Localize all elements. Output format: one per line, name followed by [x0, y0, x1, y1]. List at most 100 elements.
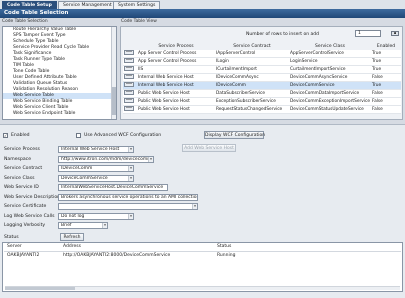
chevron-down-icon[interactable]: ▾	[148, 156, 153, 162]
code-table-list-scrollbar[interactable]	[111, 27, 116, 119]
table-row[interactable]: ••• Public Web Service Host ExceptionSubsc…	[123, 97, 401, 106]
status-horizontal-scrollbar[interactable]	[5, 286, 400, 290]
row-edit-button[interactable]: •••	[124, 82, 134, 87]
field-value: http://www.itron.com/mdm/devicecomm/2009…	[61, 156, 153, 162]
table-cell[interactable]: IAppServerControl	[215, 50, 289, 58]
table-cell[interactable]: False	[371, 97, 401, 106]
tab-system-settings[interactable]: System Settings	[113, 1, 161, 9]
chevron-down-icon[interactable]: ▾	[128, 166, 133, 171]
chevron-down-icon[interactable]: ▾	[102, 223, 107, 228]
row-edit-button[interactable]: •••	[124, 74, 134, 79]
table-cell[interactable]: False	[371, 89, 401, 98]
field-input[interactable]: Brokers asynchronous service operations …	[58, 193, 198, 201]
table-cell[interactable]: False	[371, 105, 401, 114]
refresh-button[interactable]: Refresh	[60, 233, 84, 241]
row-edit-button[interactable]: •••	[124, 90, 134, 95]
field-select[interactable]: DeviceCommService ▾	[58, 174, 134, 182]
table-cell[interactable]: Public Web Service Host	[137, 105, 215, 114]
field-value: Internal Web Service Host	[61, 147, 120, 152]
table-cell[interactable]: ICurtailmentImport	[215, 65, 289, 74]
table-cell[interactable]: IDeviceCommAsync	[215, 73, 289, 82]
status-table: Server Address Status OAKBJAYANTI2 http:…	[2, 242, 403, 292]
tab-service-management[interactable]: Service Management	[58, 1, 117, 9]
field-select[interactable]: Internal Web Service Host ▾	[58, 146, 134, 153]
table-cell[interactable]: ExceptionSubscriberService	[215, 97, 289, 106]
code-table-grid: Service Process Service Contract Service…	[123, 43, 401, 114]
table-cell[interactable]: DeviceCommDataImportService	[289, 89, 371, 98]
table-cell[interactable]: DeviceCommService	[289, 81, 371, 90]
enabled-label: Enabled	[11, 133, 30, 138]
field-select[interactable]: http://www.itron.com/mdm/devicecomm/2009…	[58, 155, 154, 163]
field-label: Namespace	[4, 156, 32, 162]
table-row[interactable]: ••• App Server Control Process IAppServerC…	[123, 50, 401, 58]
column-header-service-contract[interactable]: Service Contract	[215, 43, 289, 50]
table-row[interactable]: ••• App Server Control Process ILogin Login…	[123, 57, 401, 66]
row-edit-button[interactable]: •••	[124, 106, 134, 111]
display-wcf-button[interactable]: Display WCF Configuration	[204, 131, 265, 139]
table-cell[interactable]: True	[371, 81, 401, 90]
chevron-down-icon[interactable]: ▾	[128, 147, 133, 152]
status-server-cell: OAKBJAYANTI2	[7, 253, 40, 258]
advanced-wcf-checkbox[interactable]	[76, 133, 81, 138]
table-cell[interactable]: False	[371, 73, 401, 82]
table-cell[interactable]: Internal Web Service Host	[137, 81, 215, 90]
table-cell[interactable]: IDeviceComm	[215, 81, 289, 90]
chevron-down-icon[interactable]: ▾	[128, 175, 133, 181]
column-header-service-process[interactable]: Service Process	[137, 43, 215, 50]
table-row[interactable]: ••• Public Web Service Host RequestStatusC…	[123, 105, 401, 114]
table-cell[interactable]: ILogin	[215, 57, 289, 66]
row-edit-button[interactable]: •••	[124, 50, 134, 55]
rows-to-insert-label: Number of rows to insert on add	[246, 32, 319, 37]
add-web-service-host-button[interactable]: Add Web Service Host	[182, 144, 236, 152]
table-row[interactable]: ••• Internal Web Service Host IDeviceCommA…	[123, 73, 401, 82]
rows-to-insert-spinner[interactable]: 1	[355, 30, 381, 37]
list-item[interactable]: Web Service Endpoint Table	[3, 111, 116, 117]
row-edit-button[interactable]: •••	[124, 58, 134, 63]
field-value: IDeviceComm	[61, 166, 93, 171]
table-cell[interactable]: True	[371, 65, 401, 74]
table-cell[interactable]: Public Web Service Host	[137, 97, 215, 106]
table-cell[interactable]: App Server Control Process	[137, 57, 215, 66]
enabled-checkbox[interactable]: ✓	[3, 133, 8, 138]
status-status-cell: Running	[217, 253, 236, 258]
code-table-list[interactable]: Route Hierarchy Value Table SPS Tamper Ev…	[2, 26, 117, 120]
table-cell[interactable]: LoginService	[289, 57, 371, 66]
table-cell[interactable]: True	[371, 50, 401, 58]
chevron-down-icon[interactable]: ▾	[128, 213, 133, 219]
scrollbar-thumb[interactable]	[112, 87, 116, 115]
scrollbar-thumb[interactable]	[5, 287, 75, 290]
field-input[interactable]: InternalWebServiceHost.DeviceCommService	[58, 184, 168, 191]
table-cell[interactable]: DataSubscriberService	[215, 89, 289, 98]
table-cell[interactable]: CurtailmentImportService	[289, 65, 371, 74]
table-cell[interactable]: DeviceCommExceptionImportService	[289, 97, 371, 106]
table-cell[interactable]: IIS	[137, 65, 215, 74]
column-header-service-class[interactable]: Service Class	[289, 43, 371, 50]
field-select[interactable]: Brief ▾	[58, 222, 108, 229]
row-edit-button[interactable]: •••	[124, 66, 134, 71]
chevron-down-icon[interactable]: ▾	[192, 204, 197, 209]
table-cell[interactable]: RequestStatusChangedService	[215, 105, 289, 114]
table-cell[interactable]: Internal Web Service Host	[137, 73, 215, 82]
tab-code-table-setup[interactable]: Code Table Setup	[2, 1, 57, 9]
field-select[interactable]: IDeviceComm ▾	[58, 165, 134, 172]
more-options-button[interactable]: ▪	[391, 31, 399, 36]
field-label: Service Class	[4, 175, 35, 181]
field-value: Brief	[61, 223, 72, 228]
table-row[interactable]: ••• Public Web Service Host DataSubscriber…	[123, 89, 401, 98]
table-cell[interactable]: AppServerControlService	[289, 50, 371, 58]
table-cell[interactable]: DeviceCommAsyncService	[289, 73, 371, 82]
row-edit-button[interactable]: •••	[124, 98, 134, 103]
field-value: Brokers asynchronous service operations …	[61, 194, 198, 200]
table-cell[interactable]: Public Web Service Host	[137, 89, 215, 98]
table-cell[interactable]: App Server Control Process	[137, 50, 215, 58]
field-select[interactable]: Do not log ▾	[58, 212, 134, 220]
page-title: Code Table Selection	[0, 9, 405, 18]
field-select[interactable]: ▾	[58, 203, 198, 210]
table-row[interactable]: ••• Internal Web Service Host IDeviceComm D…	[123, 81, 401, 90]
column-header-enabled[interactable]: Enabled	[371, 43, 401, 50]
field-label: Log Web Service Calls	[4, 213, 55, 219]
status-address-cell: http://OAKBJAYANTI2:8000/DeviceCommServi…	[63, 253, 171, 258]
table-cell[interactable]: DeviceCommStatusUpdateService	[289, 105, 371, 114]
table-row[interactable]: ••• IIS ICurtailmentImport CurtailmentImpor…	[123, 65, 401, 74]
table-cell[interactable]: True	[371, 57, 401, 66]
